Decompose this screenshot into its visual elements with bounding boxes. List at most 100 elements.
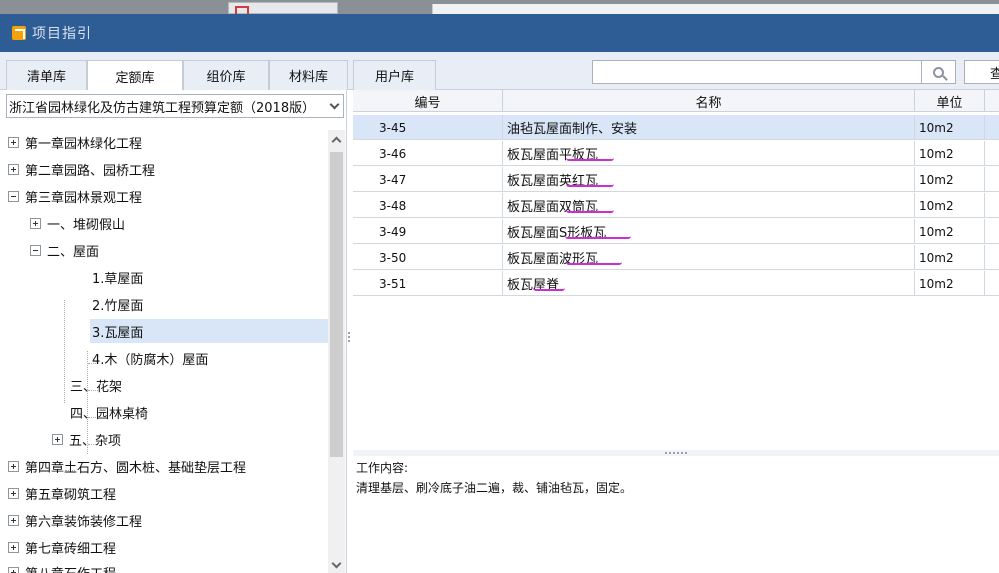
cell-code: 3-51 xyxy=(353,271,503,296)
tree-node-label: 第一章园林绿化工程 xyxy=(25,136,143,152)
work-content-panel: 工作内容: 清理基层、刷冷底子油二遍，裁、铺油毡瓦，固定。 xyxy=(353,456,999,573)
cell-name: 油毡瓦屋面制作、安装 xyxy=(503,115,915,140)
cell-unit: 10m2 xyxy=(915,193,985,218)
tree-node[interactable]: 第四章土石方、圆木桩、基础垫层工程 xyxy=(8,454,246,478)
tree-node-label: 二、屋面 xyxy=(47,244,100,260)
background-panel xyxy=(432,4,999,14)
tree-node-label: 第三章园林景观工程 xyxy=(25,190,143,206)
tree-node[interactable]: 四、园林桌椅 xyxy=(70,400,148,424)
background-strip xyxy=(0,0,999,14)
expand-icon[interactable] xyxy=(8,566,19,573)
cell-code: 3-50 xyxy=(353,245,503,270)
chevron-up-icon[interactable] xyxy=(331,136,342,147)
cell-unit: 10m2 xyxy=(915,141,985,166)
cell-name: 板瓦屋脊 xyxy=(503,271,915,296)
collapse-icon[interactable] xyxy=(8,190,19,202)
window-title: 项目指引 xyxy=(32,26,92,42)
search-button[interactable] xyxy=(922,60,956,84)
expand-icon[interactable] xyxy=(8,514,19,526)
tree-node-label: 2.竹屋面 xyxy=(92,298,144,314)
cell-name: 板瓦屋面波形瓦 xyxy=(503,245,915,270)
tab-pricing-library[interactable]: 组价库 xyxy=(183,60,269,90)
cell-name: 板瓦屋面平板瓦 xyxy=(503,141,915,166)
tree-node-label: 四、园林桌椅 xyxy=(70,406,149,422)
tree-node[interactable]: 第二章园路、园桥工程 xyxy=(8,157,155,181)
tree-node[interactable]: 五、杂项 xyxy=(52,427,121,451)
expand-icon[interactable] xyxy=(52,433,63,445)
expand-icon[interactable] xyxy=(8,163,19,175)
cell-name: 板瓦屋面双筒瓦 xyxy=(503,193,915,218)
expand-icon[interactable] xyxy=(8,460,19,472)
expand-icon[interactable] xyxy=(8,136,19,148)
cell-unit: 10m2 xyxy=(915,219,985,244)
tree-node-label: 一、堆砌假山 xyxy=(47,217,126,233)
column-header-unit[interactable]: 单位 xyxy=(915,90,985,112)
title-bar: 项目指引 xyxy=(0,14,999,52)
cell-name: 板瓦屋面英红瓦 xyxy=(503,167,915,192)
background-tab xyxy=(228,2,338,14)
table-row[interactable]: 3-47 板瓦屋面英红瓦 10m2 xyxy=(353,167,999,192)
column-header-code[interactable]: 编号 xyxy=(353,90,503,112)
scrollbar-thumb[interactable] xyxy=(330,152,343,457)
cell-unit: 10m2 xyxy=(915,271,985,296)
annotation-underline xyxy=(566,262,622,265)
expand-icon[interactable] xyxy=(30,217,41,229)
collapse-icon[interactable] xyxy=(30,244,41,256)
cell-unit: 10m2 xyxy=(915,167,985,192)
tree-node[interactable]: 三、花架 xyxy=(70,373,122,397)
cell-name: 板瓦屋面S形板瓦 xyxy=(503,219,915,244)
tree-node-selected[interactable]: 3.瓦屋面 xyxy=(90,319,328,343)
tree-node[interactable]: 第七章砖细工程 xyxy=(8,535,116,559)
column-header-name[interactable]: 名称 xyxy=(503,90,915,112)
tree-node[interactable]: 第五章砌筑工程 xyxy=(8,481,116,505)
tree-connector xyxy=(64,300,65,403)
cell-code: 3-46 xyxy=(353,141,503,166)
tree-node[interactable]: 1.草屋面 xyxy=(92,265,149,289)
table-row[interactable]: 3-50 板瓦屋面波形瓦 10m2 xyxy=(353,245,999,270)
tree-node[interactable]: 第三章园林景观工程 xyxy=(8,184,142,208)
tree-node[interactable]: 一、堆砌假山 xyxy=(30,211,125,235)
quota-set-select[interactable]: 浙江省园林绿化及仿古建筑工程预算定额（2018版） xyxy=(6,94,344,118)
vertical-splitter[interactable] xyxy=(347,330,351,346)
tree-node-label: 4.木（防腐木）屋面 xyxy=(92,352,209,368)
tree-scrollbar[interactable] xyxy=(328,130,345,573)
table-row[interactable]: 3-45 油毡瓦屋面制作、安装 10m2 xyxy=(353,115,999,140)
chapter-tree: 第一章园林绿化工程 第二章园路、园桥工程 第三章园林景观工程 一、堆砌假山 二、… xyxy=(0,130,328,573)
tree-node[interactable]: 第六章装饰装修工程 xyxy=(8,508,142,532)
search-icon xyxy=(933,66,944,78)
search-input[interactable] xyxy=(592,60,922,84)
annotation-underline xyxy=(533,288,565,291)
tab-quota-library[interactable]: 定额库 xyxy=(87,60,183,91)
grid-header: 编号 名称 单位 xyxy=(353,90,999,112)
tab-list-library[interactable]: 清单库 xyxy=(6,60,87,90)
tab-user-library[interactable]: 用户库 xyxy=(353,60,436,90)
tab-icon xyxy=(235,6,249,14)
cell-code: 3-45 xyxy=(353,115,503,140)
tree-node[interactable]: 4.木（防腐木）屋面 xyxy=(92,346,208,370)
tree-node[interactable]: 第一章园林绿化工程 xyxy=(8,130,142,154)
work-content-text: 清理基层、刷冷底子油二遍，裁、铺油毡瓦，固定。 xyxy=(356,481,633,495)
chevron-down-icon[interactable] xyxy=(331,558,342,569)
table-row[interactable]: 3-46 板瓦屋面平板瓦 10m2 xyxy=(353,141,999,166)
tab-bar: 清单库 定额库 组价库 材料库 用户库 查 xyxy=(0,52,999,91)
annotation-underline xyxy=(566,210,614,213)
dropdown-arrow[interactable] xyxy=(325,95,343,117)
quota-set-value: 浙江省园林绿化及仿古建筑工程预算定额（2018版） xyxy=(9,100,316,116)
query-button[interactable]: 查 xyxy=(964,60,999,84)
cell-code: 3-47 xyxy=(353,167,503,192)
tree-node-label: 第四章土石方、圆木桩、基础垫层工程 xyxy=(25,460,247,476)
cell-unit: 10m2 xyxy=(915,115,985,140)
tree-node[interactable]: 2.竹屋面 xyxy=(92,292,149,316)
left-panel: 浙江省园林绿化及仿古建筑工程预算定额（2018版） 第一章园林绿化工程 第二章园… xyxy=(0,90,347,573)
expand-icon[interactable] xyxy=(8,487,19,499)
cell-code: 3-49 xyxy=(353,219,503,244)
table-row[interactable]: 3-49 板瓦屋面S形板瓦 10m2 xyxy=(353,219,999,244)
cell-unit: 10m2 xyxy=(915,245,985,270)
table-row[interactable]: 3-51 板瓦屋脊 10m2 xyxy=(353,271,999,296)
tab-material-library[interactable]: 材料库 xyxy=(269,60,348,90)
expand-icon[interactable] xyxy=(8,541,19,553)
tree-node[interactable]: 第八章石作工程 xyxy=(8,560,116,573)
tree-node-label: 第二章园路、园桥工程 xyxy=(25,163,156,179)
table-row[interactable]: 3-48 板瓦屋面双筒瓦 10m2 xyxy=(353,193,999,218)
tree-node[interactable]: 二、屋面 xyxy=(30,238,99,262)
